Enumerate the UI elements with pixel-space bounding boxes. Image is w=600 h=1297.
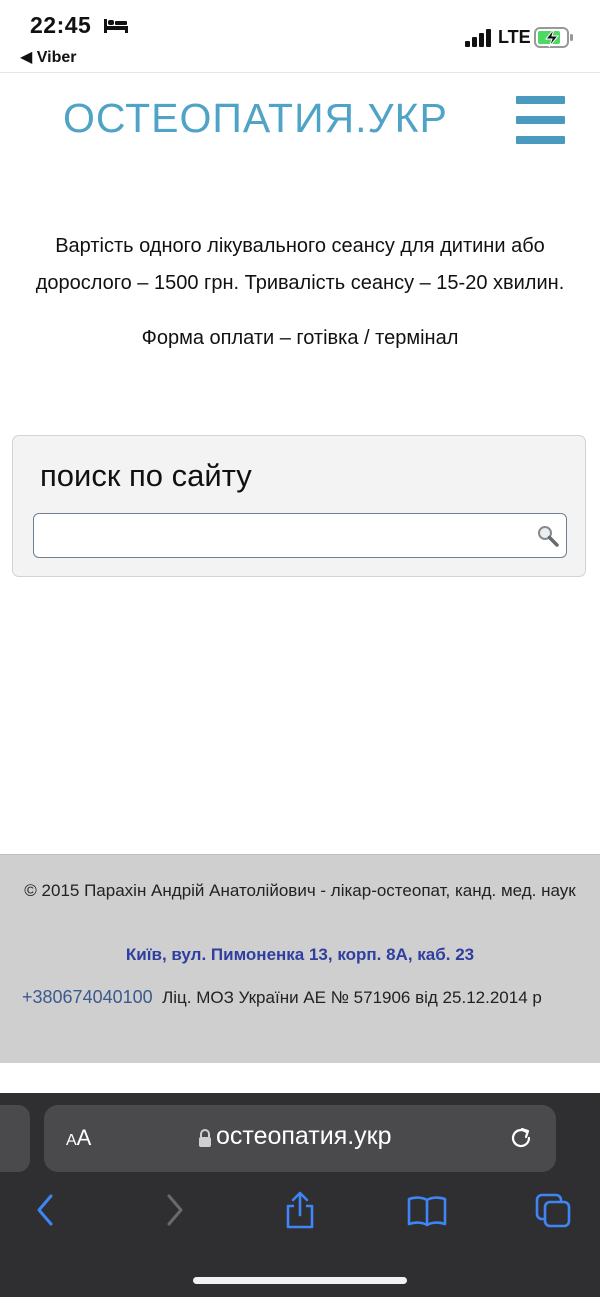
home-indicator[interactable] [193,1277,407,1284]
footer-license: Ліц. МОЗ України АЕ № 571906 від 25.12.2… [162,988,542,1007]
address-bar[interactable]: AA остеопатия.укр [44,1105,556,1172]
forward-icon[interactable] [164,1193,186,1227]
battery-charging-icon [534,27,573,48]
payment-text: Форма оплати – готівка / термінал [141,327,459,349]
footer-copyright: © 2015 Парахін Андрій Анатолійович - лік… [24,881,576,900]
site-logo[interactable]: ОСТЕОПАТИЯ.УКР [63,95,448,142]
lock-icon [199,1129,211,1147]
footer-license-line: +380674040100 Ліц. МОЗ України АЕ № 5719… [22,979,588,1016]
cellular-signal-icon [465,29,491,47]
network-type: LTE [498,27,531,47]
back-to-app-link[interactable]: ◀ Viber [20,47,76,67]
tabs-icon[interactable] [535,1193,573,1229]
status-time: 22:45 [30,12,92,38]
search-widget: поиск по сайту [12,435,586,577]
footer-phone-link[interactable]: +380674040100 [22,987,153,1007]
search-icon[interactable] [537,525,559,547]
share-icon[interactable] [284,1191,316,1229]
url-text[interactable]: остеопатия.укр [216,1122,392,1151]
price-text: Вартість одного лікувального сеансу для … [35,235,565,294]
status-bar: 22:45 ◀ Viber LTE [0,0,600,73]
price-info: Вартість одного лікувального сеансу для … [20,228,580,357]
bookmarks-icon[interactable] [407,1195,447,1227]
text-size-button[interactable]: AA [66,1125,91,1151]
search-title: поиск по сайту [40,458,252,493]
search-input[interactable] [33,513,567,558]
browser-toolbar: AA остеопатия.укр [0,1093,600,1297]
previous-tab-preview[interactable] [0,1105,30,1172]
footer-address: Київ, вул. Пимоненка 13, корп. 8А, каб. … [125,945,475,964]
menu-hamburger-icon[interactable] [516,96,565,144]
reload-icon[interactable] [508,1125,534,1151]
sleep-mode-icon [104,19,128,33]
back-icon[interactable] [34,1193,56,1227]
site-footer: © 2015 Парахін Андрій Анатолійович - лік… [0,854,600,1063]
